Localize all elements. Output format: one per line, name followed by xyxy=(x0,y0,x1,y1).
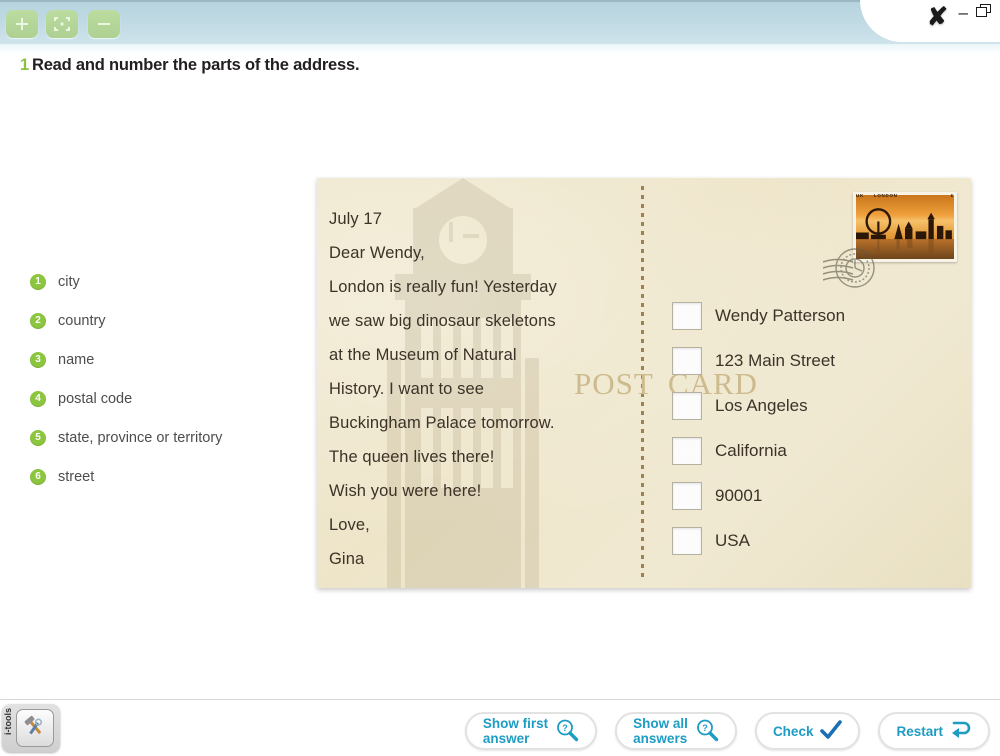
key-label: postal code xyxy=(58,390,133,407)
list-item: 6 street xyxy=(30,457,300,496)
window-controls: ✘ – xyxy=(860,0,1000,42)
address-text: California xyxy=(715,440,787,460)
message-line: Wish you were here! xyxy=(329,482,482,500)
address-row: California xyxy=(672,428,845,473)
exercise-instruction: Read and number the parts of the address… xyxy=(31,56,360,74)
address-number-input[interactable] xyxy=(672,526,702,555)
message-line: Love, xyxy=(329,516,370,534)
address-text: Los Angeles xyxy=(715,395,808,415)
message-line: we saw big dinosaur skeletons xyxy=(329,312,556,330)
stamp-city: LONDON xyxy=(873,193,898,198)
key-label: name xyxy=(58,351,95,368)
address-row: 90001 xyxy=(672,473,845,518)
close-icon[interactable]: ✘ xyxy=(927,2,948,32)
zoom-out-icon[interactable] xyxy=(88,10,120,38)
address-row: 123 Main Street xyxy=(672,338,845,383)
svg-text:?: ? xyxy=(562,723,568,733)
checkmark-icon xyxy=(820,719,843,743)
minimize-icon[interactable]: – xyxy=(959,3,968,23)
key-badge: 5 xyxy=(30,429,46,446)
show-first-answer-label-1: Show first xyxy=(482,716,549,731)
list-item: 4 postal code xyxy=(30,379,300,418)
key-label: country xyxy=(58,312,106,329)
address-text: Wendy Patterson xyxy=(715,305,846,325)
top-toolbar xyxy=(0,0,1000,44)
page-title: 1 Read and number the parts of the addres… xyxy=(20,56,360,75)
address-number-input[interactable] xyxy=(672,301,702,330)
itools-label: i-tools xyxy=(3,708,13,735)
magnifier-question-icon: ? xyxy=(695,718,719,745)
key-badge: 6 xyxy=(30,468,46,485)
message-line: History. I want to see xyxy=(329,380,485,398)
fit-screen-icon[interactable] xyxy=(46,10,78,38)
message-line: Dear Wendy, xyxy=(329,244,425,262)
check-label: Check xyxy=(772,723,814,739)
postmark-icon xyxy=(822,238,883,298)
address-block: Wendy Patterson 123 Main Street Los Ange… xyxy=(672,293,845,563)
address-number-input[interactable] xyxy=(672,436,702,465)
message-line: Buckingham Palace tomorrow. xyxy=(329,414,555,432)
address-parts-key: 1 city 2 country 3 name 4 postal code 5 … xyxy=(30,262,300,496)
tools-icon[interactable] xyxy=(16,709,54,747)
address-number-input[interactable] xyxy=(672,481,702,510)
list-item: 2 country xyxy=(30,301,300,340)
message-line: The queen lives there! xyxy=(329,448,495,466)
stamp-country: UK xyxy=(856,193,864,198)
stamp-label: UK LONDON £ xyxy=(856,193,954,198)
bottom-toolbar: i-tools Show first answer ? Show all ans… xyxy=(0,699,1000,756)
address-text: 90001 xyxy=(715,485,763,505)
stamp-value: £ xyxy=(950,193,954,198)
key-badge: 4 xyxy=(30,390,46,407)
address-text: USA xyxy=(715,530,750,550)
key-badge: 1 xyxy=(30,273,46,290)
restart-arrow-icon xyxy=(950,720,972,743)
itools-panel: i-tools xyxy=(2,704,60,752)
action-buttons: Show first answer ? Show all answers ? C… xyxy=(464,712,990,750)
show-first-answer-label-2: answer xyxy=(482,731,530,746)
show-all-answers-button[interactable]: Show all answers ? xyxy=(615,712,737,750)
restart-label: Restart xyxy=(896,723,943,739)
key-label: state, province or territory xyxy=(58,429,223,446)
key-label: street xyxy=(58,468,95,485)
address-row: Wendy Patterson xyxy=(672,293,845,338)
zoom-in-icon[interactable] xyxy=(6,10,38,38)
show-all-answers-label-2: answers xyxy=(633,731,688,746)
list-item: 3 name xyxy=(30,340,300,379)
key-label: city xyxy=(58,273,80,290)
message-line: July 17 xyxy=(329,210,382,228)
message-line: at the Museum of Natural xyxy=(329,346,517,364)
toolbar-fade xyxy=(0,44,1000,54)
address-row: USA xyxy=(672,518,845,563)
message-line: London is really fun! Yesterday xyxy=(329,278,557,296)
address-row: Los Angeles xyxy=(672,383,845,428)
list-item: 5 state, province or territory xyxy=(30,418,300,457)
message-line: Gina xyxy=(329,550,365,568)
address-number-input[interactable] xyxy=(672,346,702,375)
restore-window-icon[interactable] xyxy=(976,4,992,21)
exercise-number: 1 xyxy=(20,56,29,74)
postcard: POST CARD July 17 Dear Wendy, London is r… xyxy=(317,178,971,588)
show-all-answers-label-1: Show all xyxy=(633,716,688,731)
key-badge: 3 xyxy=(30,351,46,368)
address-text: 123 Main Street xyxy=(715,350,836,370)
magnifier-question-icon: ? xyxy=(555,718,579,745)
list-item: 1 city xyxy=(30,262,300,301)
svg-text:?: ? xyxy=(702,723,708,733)
postcard-message: July 17 Dear Wendy, London is really fun… xyxy=(329,202,639,576)
key-badge: 2 xyxy=(30,312,46,329)
address-number-input[interactable] xyxy=(672,391,702,420)
check-button[interactable]: Check xyxy=(754,712,861,750)
restart-button[interactable]: Restart xyxy=(878,712,990,750)
show-first-answer-button[interactable]: Show first answer ? xyxy=(464,712,598,750)
